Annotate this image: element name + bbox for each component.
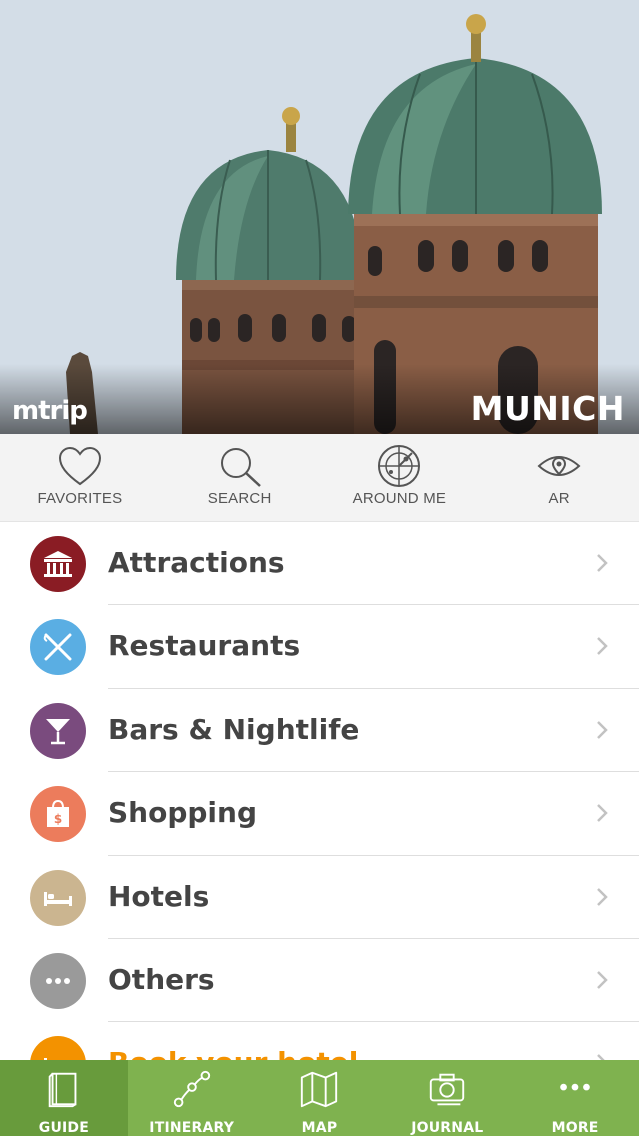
category-label: Others	[108, 962, 215, 996]
chevron-right-icon	[597, 554, 608, 572]
category-list: Attractions Restaurants Bars & Nightlife…	[0, 522, 639, 1106]
chevron-right-icon	[597, 804, 608, 823]
category-item-restaurants[interactable]: Restaurants	[0, 605, 639, 689]
route-icon	[173, 1070, 210, 1108]
map-icon	[301, 1071, 338, 1108]
chevron-right-icon	[597, 720, 608, 739]
chevron-right-icon	[597, 971, 608, 989]
hero-banner: mtrip MUNICH	[0, 0, 639, 434]
search-icon	[220, 448, 261, 487]
tab-map[interactable]: MAP	[256, 1060, 384, 1136]
bed-icon	[44, 891, 72, 906]
tab-label: GUIDE	[38, 1120, 90, 1136]
tab-label: MAP	[301, 1120, 338, 1136]
category-badge: $	[30, 786, 86, 843]
tab-more[interactable]: MORE	[511, 1060, 639, 1136]
category-label: Shopping	[108, 796, 257, 830]
category-label: Hotels	[108, 879, 210, 913]
category-item-bars-nightlife[interactable]: Bars & Nightlife	[0, 689, 639, 773]
category-badge	[30, 869, 86, 926]
chevron-right-icon	[597, 887, 608, 906]
shopping-bag-icon: $	[47, 800, 69, 828]
category-badge	[30, 702, 86, 759]
category-item-shopping[interactable]: $ Shopping	[0, 772, 639, 856]
eye-icon	[537, 456, 581, 476]
bottom-tab-bar: GUIDE ITINERARY MAP JOURNAL MORE	[0, 1060, 639, 1136]
cocktail-icon	[46, 718, 70, 745]
tab-guide[interactable]: GUIDE	[0, 1060, 128, 1136]
around-me-button[interactable]: AROUND ME	[320, 434, 480, 521]
svg-text:$: $	[54, 812, 62, 826]
tab-itinerary[interactable]: ITINERARY	[128, 1060, 256, 1136]
city-title: MUNICH	[470, 389, 625, 428]
book-icon	[48, 1072, 77, 1108]
cutlery-icon	[43, 633, 72, 661]
chevron-right-icon	[597, 637, 608, 656]
search-label: SEARCH	[207, 490, 272, 507]
museum-icon	[44, 551, 72, 577]
heart-icon	[58, 446, 101, 486]
category-item-others[interactable]: Others	[0, 939, 639, 1023]
ar-label: AR	[548, 490, 570, 507]
search-button[interactable]: SEARCH	[160, 434, 320, 521]
category-label: Attractions	[108, 546, 285, 579]
radar-icon	[378, 445, 421, 487]
more-dots-icon	[46, 977, 70, 984]
category-badge	[30, 536, 86, 592]
favorites-button[interactable]: FAVORITES	[0, 434, 160, 521]
category-badge	[30, 619, 86, 676]
category-badge	[30, 952, 86, 1009]
more-dots-icon	[560, 1083, 590, 1091]
app-logo: mtrip	[12, 396, 88, 426]
tab-label: MORE	[551, 1120, 599, 1136]
category-item-hotels[interactable]: Hotels	[0, 856, 639, 939]
around-me-label: AROUND ME	[352, 490, 447, 507]
ar-button[interactable]: AR	[479, 434, 639, 521]
category-label: Bars & Nightlife	[108, 712, 360, 746]
tab-label: ITINERARY	[149, 1120, 235, 1136]
favorites-label: FAVORITES	[37, 490, 123, 507]
tab-journal[interactable]: JOURNAL	[383, 1060, 511, 1136]
quick-actions-bar: FAVORITES SEARCH AROUND ME AR	[0, 434, 639, 522]
tab-label: JOURNAL	[411, 1120, 484, 1136]
category-label: Restaurants	[108, 629, 301, 663]
category-item-attractions[interactable]: Attractions	[0, 522, 639, 606]
camera-icon	[430, 1073, 465, 1106]
